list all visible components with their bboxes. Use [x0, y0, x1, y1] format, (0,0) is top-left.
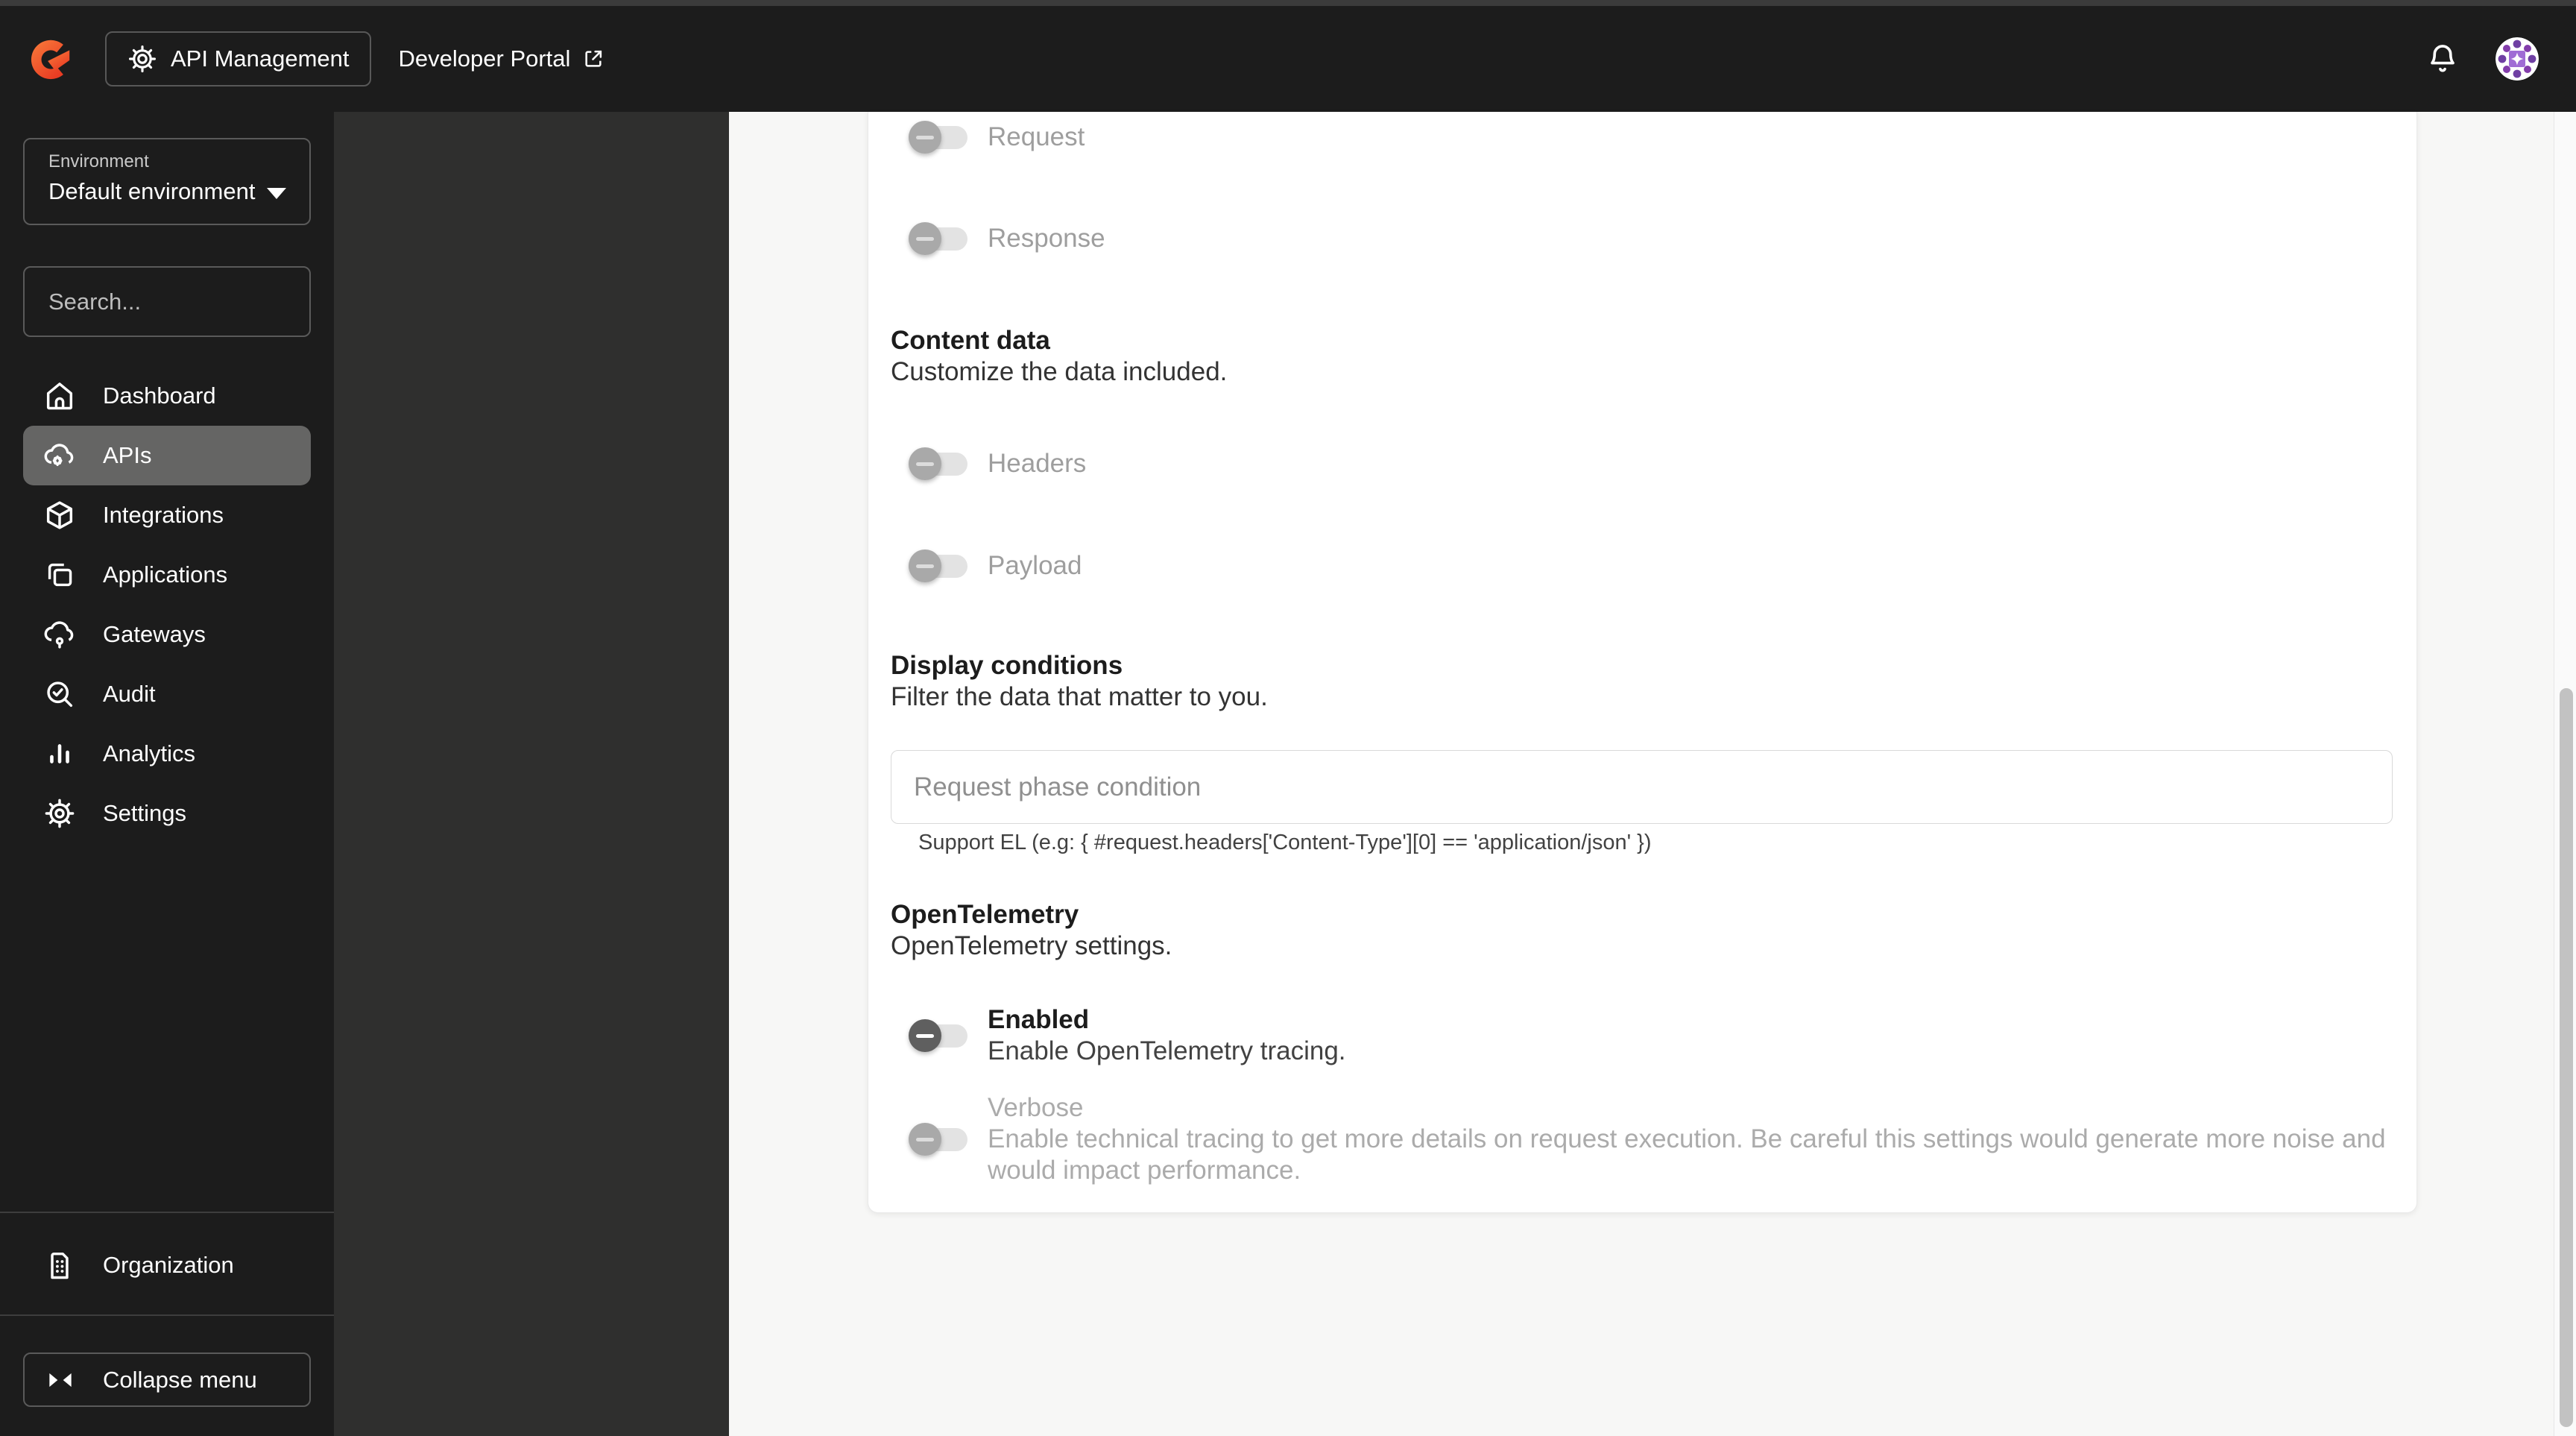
sidebar-item-settings[interactable]: Settings	[23, 784, 311, 843]
condition-hint: Support EL (e.g: { #request.headers['Con…	[918, 831, 1652, 854]
settings-card: Request Response Content data Customize …	[868, 112, 2417, 1213]
gear-icon	[128, 45, 157, 73]
sidebar-search	[23, 266, 373, 337]
environment-select[interactable]: Environment Default environment	[23, 138, 311, 225]
sidebar-item-label: Settings	[103, 800, 187, 826]
sidebar-item-label: Audit	[103, 681, 156, 707]
collapse-icon	[49, 1373, 72, 1387]
display-conditions-description: Filter the data that matter to you.	[891, 682, 1268, 711]
toggle-thumb-minus-icon	[909, 121, 941, 154]
collapse-menu-label: Collapse menu	[103, 1366, 257, 1393]
package-icon	[42, 498, 77, 532]
scrollbar-thumb[interactable]	[2560, 688, 2573, 1427]
window-top-strip	[0, 0, 2576, 6]
toggle-thumb-minus-icon	[909, 222, 941, 255]
response-toggle-label: Response	[988, 224, 1105, 253]
request-phase-condition-input[interactable]	[891, 750, 2393, 824]
sidebar-item-analytics[interactable]: Analytics	[23, 724, 311, 784]
opentelemetry-title: OpenTelemetry	[891, 900, 1079, 929]
verbose-label: Verbose	[988, 1093, 1084, 1122]
gravitee-logo-icon	[28, 35, 75, 83]
request-toggle-label: Request	[988, 122, 1085, 151]
toggle-thumb-minus-icon	[909, 549, 941, 582]
sidebar-bottom: Organization Collapse menu	[0, 1212, 334, 1436]
payload-toggle-label: Payload	[988, 551, 1082, 580]
secondary-panel	[334, 112, 729, 1436]
api-management-button[interactable]: API Management	[105, 31, 371, 86]
search-input[interactable]	[48, 288, 346, 315]
scrollbar-track[interactable]	[2554, 112, 2576, 1436]
app-body: Environment Default environment Search..…	[0, 112, 2576, 1436]
opentelemetry-description: OpenTelemetry settings.	[891, 931, 1172, 960]
cloud-gear-icon	[42, 438, 77, 473]
sidebar-item-label: Integrations	[103, 502, 224, 528]
enabled-description: Enable OpenTelemetry tracing.	[988, 1036, 1346, 1065]
home-icon	[42, 379, 77, 413]
sidebar-item-dashboard[interactable]: Dashboard	[23, 366, 311, 426]
environment-select-value: Default environment	[48, 178, 256, 204]
response-toggle[interactable]	[909, 222, 967, 255]
divider	[0, 1212, 334, 1213]
analytics-icon	[42, 737, 77, 771]
content-data-description: Customize the data included.	[891, 357, 1228, 386]
sidebar-item-organization[interactable]: Organization	[23, 1235, 311, 1295]
payload-toggle[interactable]	[909, 549, 967, 582]
enabled-label: Enabled	[988, 1005, 1090, 1034]
sidebar-nav: Dashboard APIs Integrations Applications…	[23, 366, 311, 843]
verbose-description: Enable technical tracing to get more det…	[988, 1124, 2386, 1185]
developer-portal-link[interactable]: Developer Portal	[399, 45, 606, 72]
sidebar-item-gateways[interactable]: Gateways	[23, 605, 311, 664]
external-link-icon	[585, 50, 602, 67]
sidebar-item-integrations[interactable]: Integrations	[23, 485, 311, 545]
api-management-label: API Management	[171, 45, 350, 72]
sidebar-item-label: Applications	[103, 561, 228, 588]
environment-select-label: Environment	[48, 151, 149, 171]
headers-toggle[interactable]	[909, 447, 967, 480]
sidebar-item-label: Organization	[103, 1252, 234, 1278]
collapse-menu-button[interactable]: Collapse menu	[23, 1352, 311, 1407]
notifications-bell-icon[interactable]	[2425, 40, 2460, 78]
audit-icon	[42, 677, 77, 711]
topbar: API Management Developer Portal	[0, 6, 2576, 112]
toggle-thumb-minus-icon	[909, 447, 941, 480]
sidebar-item-apis[interactable]: APIs	[23, 426, 311, 485]
cloud-gateway-icon	[42, 617, 77, 652]
request-toggle[interactable]	[909, 121, 967, 154]
sidebar-item-label: Analytics	[103, 740, 196, 766]
gear-icon	[42, 796, 77, 831]
verbose-setting-text: Verbose Enable technical tracing to get …	[988, 1092, 2393, 1186]
headers-toggle-label: Headers	[988, 449, 1087, 478]
opentelemetry-verbose-toggle[interactable]	[909, 1123, 967, 1156]
sidebar-item-label: Gateways	[103, 621, 206, 647]
user-avatar[interactable]	[2496, 37, 2539, 81]
organization-icon	[42, 1248, 77, 1282]
developer-portal-label: Developer Portal	[398, 45, 571, 72]
opentelemetry-enabled-toggle[interactable]	[909, 1019, 967, 1052]
sidebar-item-audit[interactable]: Audit	[23, 664, 311, 724]
sidebar-item-applications[interactable]: Applications	[23, 545, 311, 605]
divider	[0, 1314, 334, 1316]
main-content: Request Response Content data Customize …	[729, 112, 2576, 1436]
toggle-thumb-minus-icon	[909, 1019, 941, 1052]
chevron-down-icon	[267, 187, 287, 199]
sidebar: Environment Default environment Search..…	[0, 112, 373, 1436]
sidebar-item-label: APIs	[103, 442, 152, 468]
sidebar-item-label: Dashboard	[103, 382, 216, 409]
content-data-title: Content data	[891, 326, 1050, 355]
toggle-thumb-minus-icon	[909, 1123, 941, 1156]
display-conditions-title: Display conditions	[891, 651, 1123, 680]
topbar-right	[2425, 37, 2539, 81]
enabled-setting-text: Enabled Enable OpenTelemetry tracing.	[988, 1004, 1346, 1067]
applications-icon	[42, 558, 77, 592]
